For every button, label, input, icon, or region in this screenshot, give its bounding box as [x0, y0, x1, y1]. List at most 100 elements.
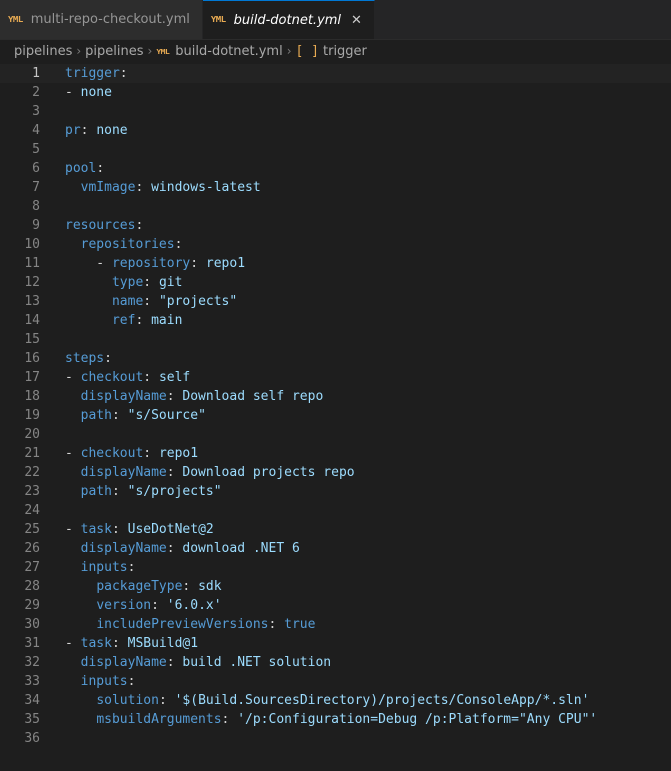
code-text: version: '6.0.x': [40, 596, 222, 615]
code-editor[interactable]: 1 trigger: 2- none 3 4 pr: none 5 6 pool: 7 vmIma…: [0, 62, 671, 748]
code-line[interactable]: 11 - repository: repo1: [0, 254, 671, 273]
code-text: - task: MSBuild@1: [40, 634, 198, 653]
code-token: :: [166, 389, 183, 404]
code-token: self: [158, 370, 191, 385]
close-icon[interactable]: ✕: [351, 13, 362, 28]
yml-file-icon: YML: [156, 46, 170, 56]
code-line[interactable]: 25- task: UseDotNet@2: [0, 520, 671, 539]
code-token: :: [143, 275, 159, 290]
code-line[interactable]: 16 steps:: [0, 349, 671, 368]
code-token: checkout: [80, 370, 144, 385]
code-line[interactable]: 6 pool:: [0, 159, 671, 178]
chevron-right-icon: ›: [76, 44, 82, 58]
code-line[interactable]: 21- checkout: repo1: [0, 444, 671, 463]
line-number: 3: [32, 104, 40, 119]
code-line[interactable]: 8: [0, 197, 671, 216]
code-token: name: [111, 294, 144, 309]
code-token: :: [143, 446, 159, 461]
breadcrumb-item[interactable]: pipelines: [14, 44, 72, 59]
code-text: displayName: build .NET solution: [40, 653, 331, 672]
code-text: displayName: download .NET 6: [40, 539, 300, 558]
line-number: 8: [32, 199, 40, 214]
tab-multi-repo-checkout[interactable]: YML multi-repo-checkout.yml: [0, 0, 203, 39]
code-token: displayName: [80, 389, 167, 404]
code-line[interactable]: 10 repositories:: [0, 235, 671, 254]
code-token: -: [65, 256, 112, 271]
code-token: '6.0.x': [166, 598, 222, 613]
code-line[interactable]: 4 pr: none: [0, 121, 671, 140]
code-line[interactable]: 1 trigger:: [0, 64, 671, 83]
code-line[interactable]: 35 msbuildArguments: '/p:Configuration=D…: [0, 710, 671, 729]
code-text: - checkout: self: [40, 368, 190, 387]
code-line[interactable]: 23 path: "s/projects": [0, 482, 671, 501]
code-line[interactable]: 20: [0, 425, 671, 444]
code-line[interactable]: 5: [0, 140, 671, 159]
tab-build-dotnet[interactable]: YML build-dotnet.yml ✕: [202, 0, 375, 39]
code-token: :: [166, 465, 183, 480]
code-token: none: [96, 123, 128, 138]
line-number: 12: [24, 275, 40, 290]
code-text: path: "s/Source": [40, 406, 206, 425]
code-line[interactable]: 32 displayName: build .NET solution: [0, 653, 671, 672]
code-line[interactable]: 18 displayName: Download self repo: [0, 387, 671, 406]
code-line[interactable]: 17- checkout: self: [0, 368, 671, 387]
breadcrumb-item[interactable]: build-dotnet.yml: [175, 44, 282, 59]
code-token: repo1: [205, 256, 246, 271]
code-line[interactable]: 15: [0, 330, 671, 349]
line-number: 2: [32, 85, 40, 100]
code-text: steps:: [40, 349, 112, 368]
code-token: Download projects repo: [182, 465, 355, 480]
chevron-right-icon: ›: [147, 44, 153, 58]
code-line[interactable]: 7 vmImage: windows-latest: [0, 178, 671, 197]
code-line[interactable]: 3: [0, 102, 671, 121]
code-token: :: [104, 351, 112, 366]
code-line[interactable]: 14 ref: main: [0, 311, 671, 330]
code-line[interactable]: 27 inputs:: [0, 558, 671, 577]
code-token: :: [143, 370, 159, 385]
code-line[interactable]: 2- none: [0, 83, 671, 102]
code-line[interactable]: 36: [0, 729, 671, 748]
code-line[interactable]: 12 type: git: [0, 273, 671, 292]
code-line[interactable]: 9 resources:: [0, 216, 671, 235]
code-token: -: [65, 446, 81, 461]
code-token: path: [80, 408, 112, 423]
code-line[interactable]: 26 displayName: download .NET 6: [0, 539, 671, 558]
breadcrumb-item[interactable]: pipelines: [85, 44, 143, 59]
tab-label: build-dotnet.yml: [233, 12, 342, 28]
yml-file-icon: YML: [8, 15, 23, 24]
code-token: version: [96, 598, 152, 613]
code-line[interactable]: 28 packageType: sdk: [0, 577, 671, 596]
code-token: pool: [65, 161, 97, 176]
code-token: repo1: [158, 446, 199, 461]
code-token: repositories: [80, 237, 175, 252]
line-number: 31: [24, 636, 40, 651]
code-line[interactable]: 13 name: "projects": [0, 292, 671, 311]
code-line[interactable]: 24: [0, 501, 671, 520]
line-number: 30: [24, 617, 40, 632]
code-line[interactable]: 30 includePreviewVersions: true: [0, 615, 671, 634]
breadcrumb-item[interactable]: trigger: [323, 44, 367, 59]
code-token: resources: [65, 218, 136, 233]
code-line[interactable]: 34 solution: '$(Build.SourcesDirectory)/…: [0, 691, 671, 710]
code-line[interactable]: 33 inputs:: [0, 672, 671, 691]
code-text: type: git: [40, 273, 182, 292]
code-line[interactable]: 31- task: MSBuild@1: [0, 634, 671, 653]
code-text: packageType: sdk: [40, 577, 221, 596]
code-line[interactable]: 29 version: '6.0.x': [0, 596, 671, 615]
array-bracket-icon: [ ]: [295, 43, 319, 59]
line-number: 28: [24, 579, 40, 594]
code-token: repository: [111, 256, 191, 271]
code-token: :: [182, 579, 199, 594]
code-text: repositories:: [40, 235, 183, 254]
code-line[interactable]: 22 displayName: Download projects repo: [0, 463, 671, 482]
code-line[interactable]: 19 path: "s/Source": [0, 406, 671, 425]
